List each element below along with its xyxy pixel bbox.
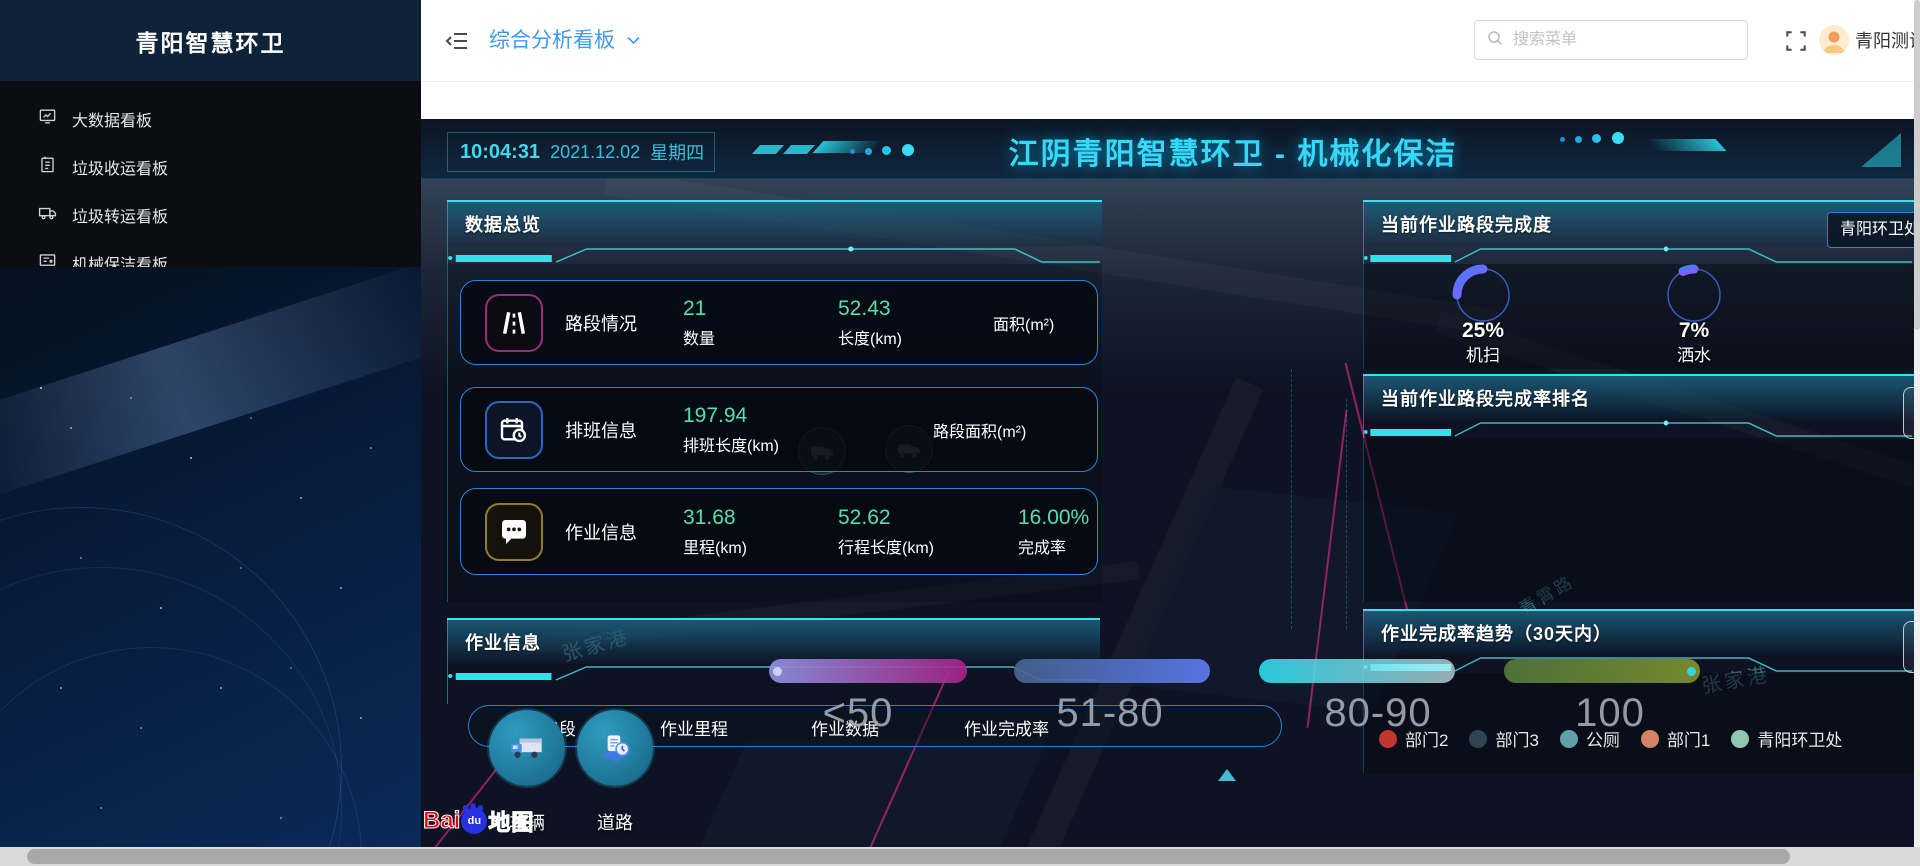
sidebar-item-collection[interactable]: 垃圾收运看板 [0,143,421,191]
sidebar-item-label: 垃圾收运看板 [72,155,168,179]
legend-dot [1731,730,1749,748]
legend-pill-80-90 [1259,659,1455,683]
legend-item-qingyang-office[interactable]: 青阳环卫处 [1731,726,1842,751]
panel-title: 数据总览 [465,211,541,237]
horizontal-scrollbar-thumb[interactable] [27,849,1790,864]
stat-area: 面积(m²) [993,297,1148,349]
board-title-label: 综合分析看板 [489,24,615,54]
legend-dot [1560,730,1578,748]
dashboard-icon [38,107,57,131]
map-header-band: 10:04:31 2021.12.02 星期四 江阴青阳智慧环卫 - 机械化保洁 [421,119,1914,179]
sidebar-decor-visual [0,267,421,847]
vehicles-toggle-button[interactable] [489,710,565,786]
legend-range-label: <50 [798,691,918,736]
card-road-status: 路段情况 21数量 52.43长度(km) 面积(m²) [460,280,1098,365]
baidu-logo-text: Bai [423,807,460,835]
department-select[interactable]: 青阳环卫处 [1827,212,1914,248]
legend-pill-lt50 [769,659,967,683]
gauge-sweeping: 25% 机扫 [1435,260,1531,366]
road-icon [485,294,543,352]
trend-filter-select[interactable] [1903,621,1914,673]
tab-work-mileage[interactable]: 作业里程 [660,715,728,740]
legend-item-dept3[interactable]: 部门3 [1469,726,1538,751]
dashboard-main-title: 江阴青阳智慧环卫 - 机械化保洁 [851,129,1615,173]
legend-dot [1379,730,1397,748]
clock-widget: 10:04:31 2021.12.02 星期四 [447,132,715,172]
stat-completion: 16.00%完成率 [1018,506,1173,558]
card-label: 路段情况 [565,310,683,336]
vertical-scrollbar-thumb[interactable] [1914,0,1920,330]
gauge-label: 洒水 [1646,341,1742,366]
topbar: 综合分析看板 青阳测试 [421,0,1914,82]
stat-road-area: 路段面积(m²) [933,404,1133,456]
card-label: 作业信息 [565,519,683,545]
panel-title: 当前作业路段完成度 [1381,211,1552,237]
card-label: 排班信息 [565,417,683,443]
panel-title: 作业完成率趋势（30天内） [1381,620,1612,646]
sidebar-item-bigdata[interactable]: 大数据看板 [0,95,421,143]
trend-legend: 部门2 部门3 公厕 部门1 青阳环卫处 [1379,726,1909,751]
sidebar-header: 青阳智慧环卫 [0,0,421,82]
map-triangle-marker[interactable] [1218,769,1236,781]
sidebar-menu: 大数据看板 垃圾收运看板 垃圾转运看板 机械保洁看板 [0,81,421,267]
user-avatar[interactable] [1819,25,1849,55]
search-icon [1487,30,1503,51]
stat-trip-length: 52.62行程长度(km) [838,506,1018,558]
chat-icon [485,503,543,561]
road-icon [594,727,636,769]
search-input[interactable] [1511,30,1715,50]
baidu-paw-icon: du [461,808,487,834]
board-title-dropdown[interactable]: 综合分析看板 [489,24,640,54]
stat-length: 52.43长度(km) [838,297,993,349]
card-work-info: 作业信息 31.68里程(km) 52.62行程长度(km) 16.00%完成率 [460,488,1098,575]
transfer-truck-icon [38,203,57,227]
stat-schedule-length: 197.94排班长度(km) [683,404,933,456]
sidebar: 青阳智慧环卫 大数据看板 垃圾收运看板 垃圾转运看板 机械保洁看板 [0,0,421,847]
sidebar-item-label: 垃圾转运看板 [72,203,168,227]
card-schedule-info: 排班信息 197.94排班长度(km) 路段面积(m²) [460,387,1098,472]
stat-mileage: 31.68里程(km) [683,506,838,558]
truck-icon [506,727,548,769]
stat-count: 21数量 [683,297,838,349]
clipboard-icon [38,155,57,179]
legend-item-dept2[interactable]: 部门2 [1379,726,1448,751]
smart-sanitation-app: 青阳智慧环卫 大数据看板 垃圾收运看板 垃圾转运看板 机械保洁看板 [0,0,1920,866]
date-value: 2021.12.02 [550,142,640,163]
time-value: 10:04:31 [460,141,540,164]
panel-decoration [447,246,1102,264]
legend-dot [1469,730,1487,748]
horizontal-scrollbar [0,847,1920,866]
weekday-value: 星期四 [650,139,704,165]
panel-decoration [1363,420,1914,438]
vertical-scrollbar [1914,0,1920,847]
panel-title: 当前作业路段完成率排名 [1381,385,1590,411]
baidu-map-logo[interactable]: Bai du 地图 [423,805,534,837]
chevron-down-icon [627,27,640,51]
legend-range-label: 51-80 [1030,691,1190,736]
legend-item-toilet[interactable]: 公厕 [1560,726,1620,751]
schedule-icon [485,401,543,459]
legend-pill-51-80 [1014,659,1210,683]
baidu-map-text: 地图 [488,805,534,837]
menu-search-box [1474,20,1748,60]
ranking-filter-select[interactable] [1903,387,1914,439]
gauge-watering: 7% 洒水 [1646,260,1742,366]
app-title: 青阳智慧环卫 [136,24,286,58]
topbar-spacer [421,82,1914,119]
legend-item-dept1[interactable]: 部门1 [1641,726,1710,751]
legend-pill-100 [1504,659,1700,683]
sidebar-item-transfer[interactable]: 垃圾转运看板 [0,191,421,239]
username-label[interactable]: 青阳测试 [1855,27,1915,55]
panel-title: 作业信息 [465,629,541,655]
gauge-label: 机扫 [1435,341,1531,366]
sidebar-item-label: 大数据看板 [72,107,152,131]
map-canvas[interactable]: 张家港 张家港 青霄路 10:04:31 2021.12.02 星期四 江阴青阳… [421,119,1914,847]
sidebar-collapse-button[interactable] [445,28,471,54]
fullscreen-icon[interactable] [1784,29,1808,53]
panel-completion-ranking: 当前作业路段完成率排名 [1363,374,1914,602]
roads-label: 道路 [575,809,655,835]
legend-dot [1641,730,1659,748]
roads-toggle-button[interactable] [577,710,653,786]
